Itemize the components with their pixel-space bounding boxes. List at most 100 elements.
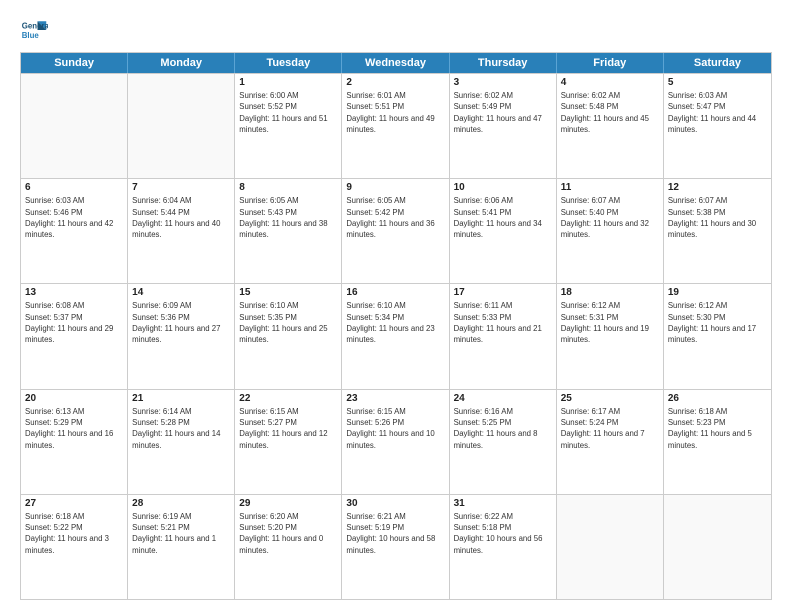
logo-icon: General Blue (20, 16, 48, 44)
cell-info: Sunrise: 6:02 AM Sunset: 5:49 PM Dayligh… (454, 90, 552, 135)
day-cell-26: 26 Sunrise: 6:18 AM Sunset: 5:23 PM Dayli… (664, 390, 771, 494)
day-number: 2 (346, 77, 444, 88)
cell-info: Sunrise: 6:00 AM Sunset: 5:52 PM Dayligh… (239, 90, 337, 135)
day-cell-13: 13Sunrise: 6:08 AM Sunset: 5:37 PM Dayli… (21, 284, 128, 388)
day-number: 16 (346, 287, 444, 298)
weekday-header-monday: Monday (128, 53, 235, 73)
day-cell-25: 25 Sunrise: 6:17 AM Sunset: 5:24 PM Dayli… (557, 390, 664, 494)
weekday-header-wednesday: Wednesday (342, 53, 449, 73)
day-number: 29 (239, 498, 337, 509)
cell-info: Sunrise: 6:05 AM Sunset: 5:43 PM Dayligh… (239, 195, 337, 240)
cell-info: Sunrise: 6:21 AM Sunset: 5:19 PM Dayligh… (346, 511, 444, 556)
day-number: 6 (25, 182, 123, 193)
day-cell-30: 30 Sunrise: 6:21 AM Sunset: 5:19 PM Dayli… (342, 495, 449, 599)
day-number: 4 (561, 77, 659, 88)
calendar: SundayMondayTuesdayWednesdayThursdayFrid… (20, 52, 772, 600)
cell-info: Sunrise: 6:05 AM Sunset: 5:42 PM Dayligh… (346, 195, 444, 240)
day-cell-6: 6 Sunrise: 6:03 AM Sunset: 5:46 PM Daylig… (21, 179, 128, 283)
cell-info: Sunrise: 6:19 AM Sunset: 5:21 PM Dayligh… (132, 511, 230, 556)
cell-info: Sunrise: 6:11 AM Sunset: 5:33 PM Dayligh… (454, 300, 552, 345)
svg-text:Blue: Blue (22, 31, 40, 40)
day-cell-18: 18 Sunrise: 6:12 AM Sunset: 5:31 PM Dayli… (557, 284, 664, 388)
day-number: 5 (668, 77, 767, 88)
cell-info: Sunrise: 6:17 AM Sunset: 5:24 PM Dayligh… (561, 406, 659, 451)
day-cell-4: 4 Sunrise: 6:02 AM Sunset: 5:48 PM Daylig… (557, 74, 664, 178)
cell-info: Sunrise: 6:06 AM Sunset: 5:41 PM Dayligh… (454, 195, 552, 240)
day-cell-27: 27 Sunrise: 6:18 AM Sunset: 5:22 PM Dayli… (21, 495, 128, 599)
day-number: 17 (454, 287, 552, 298)
calendar-row-4: 20 Sunrise: 6:13 AM Sunset: 5:29 PM Dayli… (21, 389, 771, 494)
cell-info: Sunrise: 6:12 AM Sunset: 5:30 PM Dayligh… (668, 300, 767, 345)
calendar-body: 1 Sunrise: 6:00 AM Sunset: 5:52 PM Daylig… (21, 73, 771, 599)
cell-info: Sunrise: 6:04 AM Sunset: 5:44 PM Dayligh… (132, 195, 230, 240)
day-cell-16: 16 Sunrise: 6:10 AM Sunset: 5:34 PM Dayli… (342, 284, 449, 388)
logo: General Blue (20, 16, 48, 44)
empty-cell (664, 495, 771, 599)
day-number: 30 (346, 498, 444, 509)
weekday-header-thursday: Thursday (450, 53, 557, 73)
day-number: 13 (25, 287, 123, 298)
day-number: 20 (25, 393, 123, 404)
day-cell-11: 11 Sunrise: 6:07 AM Sunset: 5:40 PM Dayli… (557, 179, 664, 283)
cell-info: Sunrise: 6:22 AM Sunset: 5:18 PM Dayligh… (454, 511, 552, 556)
cell-info: Sunrise: 6:18 AM Sunset: 5:23 PM Dayligh… (668, 406, 767, 451)
day-cell-28: 28 Sunrise: 6:19 AM Sunset: 5:21 PM Dayli… (128, 495, 235, 599)
day-cell-23: 23 Sunrise: 6:15 AM Sunset: 5:26 PM Dayli… (342, 390, 449, 494)
day-number: 19 (668, 287, 767, 298)
day-number: 25 (561, 393, 659, 404)
calendar-row-1: 1 Sunrise: 6:00 AM Sunset: 5:52 PM Daylig… (21, 73, 771, 178)
weekday-header-tuesday: Tuesday (235, 53, 342, 73)
weekday-header-sunday: Sunday (21, 53, 128, 73)
empty-cell (557, 495, 664, 599)
day-number: 11 (561, 182, 659, 193)
cell-info: Sunrise: 6:01 AM Sunset: 5:51 PM Dayligh… (346, 90, 444, 135)
cell-info: Sunrise: 6:13 AM Sunset: 5:29 PM Dayligh… (25, 406, 123, 451)
day-number: 23 (346, 393, 444, 404)
calendar-row-2: 6 Sunrise: 6:03 AM Sunset: 5:46 PM Daylig… (21, 178, 771, 283)
day-number: 10 (454, 182, 552, 193)
cell-info: Sunrise: 6:15 AM Sunset: 5:26 PM Dayligh… (346, 406, 444, 451)
day-cell-31: 31Sunrise: 6:22 AM Sunset: 5:18 PM Dayli… (450, 495, 557, 599)
day-cell-15: 15 Sunrise: 6:10 AM Sunset: 5:35 PM Dayli… (235, 284, 342, 388)
cell-info: Sunrise: 6:14 AM Sunset: 5:28 PM Dayligh… (132, 406, 230, 451)
calendar-row-5: 27 Sunrise: 6:18 AM Sunset: 5:22 PM Dayli… (21, 494, 771, 599)
cell-info: Sunrise: 6:16 AM Sunset: 5:25 PM Dayligh… (454, 406, 552, 451)
day-number: 22 (239, 393, 337, 404)
cell-info: Sunrise: 6:03 AM Sunset: 5:46 PM Dayligh… (25, 195, 123, 240)
weekday-header-saturday: Saturday (664, 53, 771, 73)
day-cell-14: 14Sunrise: 6:09 AM Sunset: 5:36 PM Dayli… (128, 284, 235, 388)
day-cell-2: 2 Sunrise: 6:01 AM Sunset: 5:51 PM Daylig… (342, 74, 449, 178)
cell-info: Sunrise: 6:03 AM Sunset: 5:47 PM Dayligh… (668, 90, 767, 135)
day-cell-20: 20 Sunrise: 6:13 AM Sunset: 5:29 PM Dayli… (21, 390, 128, 494)
day-number: 26 (668, 393, 767, 404)
cell-info: Sunrise: 6:02 AM Sunset: 5:48 PM Dayligh… (561, 90, 659, 135)
day-number: 1 (239, 77, 337, 88)
cell-info: Sunrise: 6:12 AM Sunset: 5:31 PM Dayligh… (561, 300, 659, 345)
cell-info: Sunrise: 6:07 AM Sunset: 5:40 PM Dayligh… (561, 195, 659, 240)
cell-info: Sunrise: 6:10 AM Sunset: 5:35 PM Dayligh… (239, 300, 337, 345)
day-number: 18 (561, 287, 659, 298)
day-cell-29: 29 Sunrise: 6:20 AM Sunset: 5:20 PM Dayli… (235, 495, 342, 599)
day-cell-19: 19 Sunrise: 6:12 AM Sunset: 5:30 PM Dayli… (664, 284, 771, 388)
cell-info: Sunrise: 6:09 AM Sunset: 5:36 PM Dayligh… (132, 300, 230, 345)
day-cell-1: 1 Sunrise: 6:00 AM Sunset: 5:52 PM Daylig… (235, 74, 342, 178)
day-cell-22: 22 Sunrise: 6:15 AM Sunset: 5:27 PM Dayli… (235, 390, 342, 494)
page: General Blue SundayMondayTuesdayWednesda… (0, 0, 792, 612)
cell-info: Sunrise: 6:10 AM Sunset: 5:34 PM Dayligh… (346, 300, 444, 345)
day-cell-3: 3 Sunrise: 6:02 AM Sunset: 5:49 PM Daylig… (450, 74, 557, 178)
day-number: 3 (454, 77, 552, 88)
cell-info: Sunrise: 6:18 AM Sunset: 5:22 PM Dayligh… (25, 511, 123, 556)
day-number: 12 (668, 182, 767, 193)
day-number: 21 (132, 393, 230, 404)
day-number: 27 (25, 498, 123, 509)
day-cell-10: 10 Sunrise: 6:06 AM Sunset: 5:41 PM Dayli… (450, 179, 557, 283)
day-number: 28 (132, 498, 230, 509)
cell-info: Sunrise: 6:20 AM Sunset: 5:20 PM Dayligh… (239, 511, 337, 556)
day-cell-5: 5 Sunrise: 6:03 AM Sunset: 5:47 PM Daylig… (664, 74, 771, 178)
day-cell-24: 24Sunrise: 6:16 AM Sunset: 5:25 PM Dayli… (450, 390, 557, 494)
cell-info: Sunrise: 6:15 AM Sunset: 5:27 PM Dayligh… (239, 406, 337, 451)
day-number: 15 (239, 287, 337, 298)
day-number: 8 (239, 182, 337, 193)
day-number: 9 (346, 182, 444, 193)
day-cell-12: 12Sunrise: 6:07 AM Sunset: 5:38 PM Dayli… (664, 179, 771, 283)
